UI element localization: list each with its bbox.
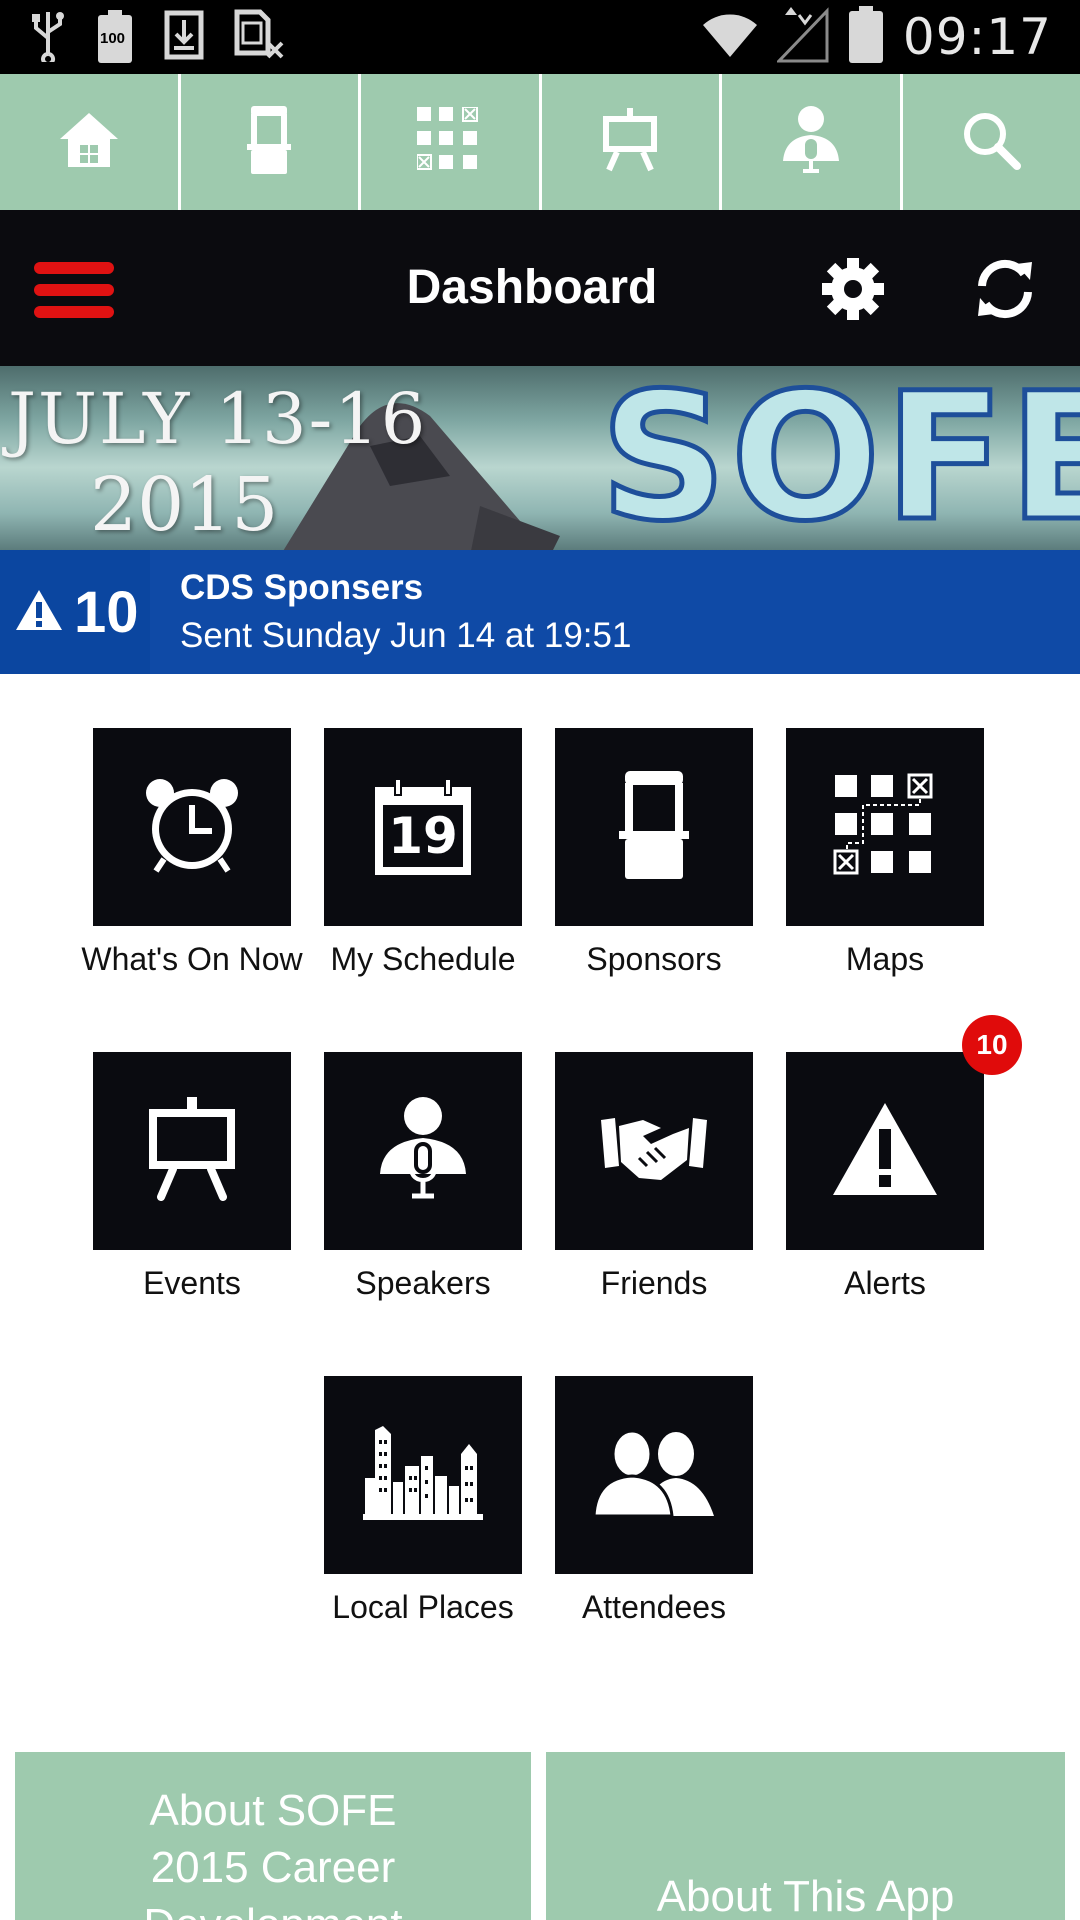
map-grid-icon	[833, 773, 937, 882]
calendar-day-number: 19	[388, 807, 458, 865]
tile-icon-box	[555, 1052, 753, 1250]
alert-title: CDS Sponsers	[180, 568, 424, 607]
banner-date-line2: 2015	[90, 462, 279, 548]
about-sofe-card[interactable]: About SOFE 2015 Career Development	[15, 1752, 531, 1920]
tile-icon-box	[555, 1376, 753, 1574]
tile-label: Attendees	[581, 1589, 727, 1625]
quick-nav-maps[interactable]	[361, 74, 542, 210]
tile-sponsors[interactable]: Sponsors	[555, 728, 753, 979]
quick-nav-search[interactable]	[903, 74, 1080, 210]
home-icon	[58, 111, 120, 174]
hamburger-icon-bar	[34, 262, 114, 274]
quick-nav-home[interactable]	[0, 74, 181, 210]
easel-icon	[601, 107, 659, 177]
tile-icon-box	[324, 1052, 522, 1250]
tile-my-schedule[interactable]: 19 My Schedule	[324, 728, 522, 979]
about-app-label: About This App	[656, 1872, 955, 1920]
tile-whats-on-now[interactable]: What's On Now	[81, 728, 303, 979]
speaker-icon	[378, 1096, 468, 1207]
alert-count-box: 10	[0, 550, 150, 674]
alerts-count-badge: 10	[962, 1015, 1022, 1075]
quick-nav-speakers[interactable]	[722, 74, 903, 210]
download-icon	[164, 10, 204, 65]
alert-count: 10	[74, 579, 139, 645]
people-icon	[592, 1429, 716, 1521]
tile-label: Local Places	[332, 1589, 514, 1625]
clock: 09:17	[902, 8, 1052, 66]
gear-icon	[820, 258, 886, 326]
search-icon	[961, 110, 1022, 175]
refresh-button[interactable]	[972, 256, 1042, 326]
quick-nav-bar	[0, 74, 1080, 210]
hamburger-icon-bar	[34, 306, 114, 318]
tile-icon-box: 19	[324, 728, 522, 926]
refresh-icon	[972, 259, 1038, 326]
tile-icon-box	[786, 728, 984, 926]
tile-label: Alerts	[844, 1265, 926, 1301]
tile-friends[interactable]: Friends	[555, 1052, 753, 1303]
menu-button[interactable]	[34, 262, 114, 318]
sim-off-icon	[234, 9, 284, 66]
hamburger-icon-bar	[34, 284, 114, 296]
calendar-icon: 19	[373, 777, 473, 877]
handshake-icon	[599, 1114, 709, 1189]
tile-icon-box	[786, 1052, 984, 1250]
battery-icon	[847, 5, 885, 69]
alert-timestamp: Sent Sunday Jun 14 at 19:51	[180, 616, 632, 655]
speaker-icon	[781, 105, 841, 180]
tile-icon-box	[93, 1052, 291, 1250]
kiosk-icon	[619, 769, 689, 886]
kiosk-icon	[247, 104, 292, 181]
easel-icon	[147, 1096, 237, 1206]
tile-attendees[interactable]: Attendees	[555, 1376, 753, 1627]
tile-speakers[interactable]: Speakers	[324, 1052, 522, 1303]
status-bar: 100 09:17	[0, 0, 1080, 74]
tile-label: What's On Now	[81, 941, 303, 977]
banner-date-line1: JULY 13-16	[8, 378, 428, 460]
city-icon	[363, 1425, 483, 1525]
settings-button[interactable]	[820, 256, 890, 326]
event-banner: JULY 13-16 2015 SOFE	[0, 366, 1080, 550]
quick-nav-sponsors[interactable]	[181, 74, 361, 210]
tile-icon-box	[324, 1376, 522, 1574]
map-grid-icon	[415, 105, 483, 178]
app-header: Dashboard	[0, 210, 1080, 366]
quick-nav-events[interactable]	[542, 74, 722, 210]
tile-maps[interactable]: Maps	[786, 728, 984, 979]
wifi-icon	[701, 11, 759, 64]
battery-level-label: 100	[100, 30, 126, 47]
tile-local-places[interactable]: Local Places	[324, 1376, 522, 1627]
tile-label: My Schedule	[330, 941, 516, 977]
about-sofe-label: About SOFE 2015 Career Development	[143, 1786, 402, 1920]
tile-events[interactable]: Events	[93, 1052, 291, 1303]
tile-label: Events	[143, 1265, 241, 1301]
tile-label: Friends	[600, 1265, 708, 1301]
tile-icon-box	[555, 728, 753, 926]
warning-icon	[831, 1101, 939, 1202]
page-title: Dashboard	[406, 261, 658, 314]
tile-label: Speakers	[355, 1265, 491, 1301]
about-app-card[interactable]: About This App	[546, 1752, 1065, 1920]
usb-icon	[30, 8, 66, 67]
battery-100-icon: 100	[96, 10, 134, 64]
banner-brand-logo: SOFE	[598, 366, 1080, 550]
warning-icon	[14, 588, 64, 637]
latest-alert-banner[interactable]: 10 CDS Sponsers Sent Sunday Jun 14 at 19…	[0, 550, 1080, 674]
tile-alerts[interactable]: Alerts	[786, 1052, 984, 1303]
alarm-clock-icon	[140, 775, 244, 880]
tile-icon-box	[93, 728, 291, 926]
signal-icon	[775, 6, 829, 68]
tile-label: Maps	[845, 941, 925, 977]
tile-label: Sponsors	[586, 941, 722, 977]
